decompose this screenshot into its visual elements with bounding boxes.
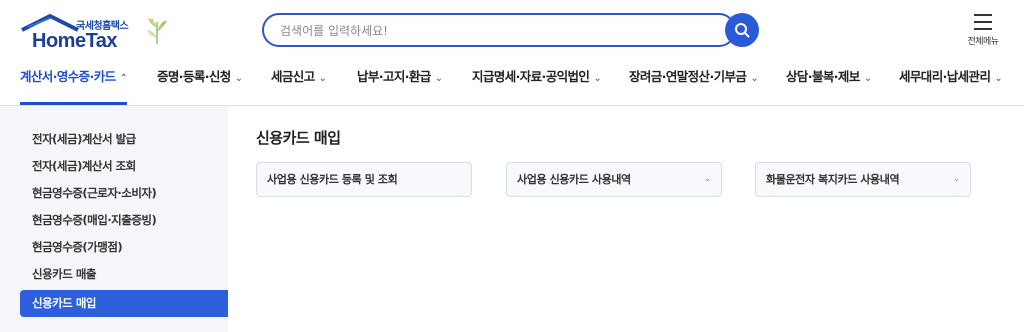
- chevron-up-icon: ⌃: [119, 73, 128, 84]
- sidebar-item-credit-card-sales[interactable]: 신용카드 매출: [20, 261, 228, 288]
- sidebar-item-credit-card-purchase[interactable]: 신용카드 매입: [20, 290, 228, 317]
- search-icon: [735, 23, 750, 38]
- sidebar-item-cash-receipt-consumer[interactable]: 현금영수증(근로자·소비자): [20, 180, 228, 207]
- chevron-down-icon: ⌄: [318, 73, 327, 84]
- sidebar-item-label: 신용카드 매입: [32, 296, 96, 310]
- sub-menu-label: 화물운전자 복지카드 사용내역: [766, 173, 900, 186]
- sidebar: 전자(세금)계산서 발급 전자(세금)계산서 조회 현금영수증(근로자·소비자)…: [0, 106, 228, 332]
- gnb-item-payment-statement[interactable]: 지급명세·자료·공익법인 ⌄: [472, 62, 602, 106]
- gnb-item-certificate[interactable]: 증명·등록·신청 ⌄: [157, 62, 243, 106]
- chevron-down-icon: ⌄: [434, 73, 443, 84]
- sub-menu-cargo-welfare-card[interactable]: 화물운전자 복지카드 사용내역 ⌄: [755, 162, 971, 197]
- main-content: 신용카드 매입 사업용 신용카드 등록 및 조회 사업용 신용카드 사용내역 ⌄…: [228, 106, 1024, 332]
- hamburger-icon: [974, 14, 992, 30]
- chevron-down-icon: ⌄: [952, 174, 961, 184]
- hometax-logo[interactable]: 국세청홈택스 HomeTax: [20, 12, 170, 52]
- gnb-item-label: 계산서·영수증·카드: [20, 69, 116, 84]
- chevron-down-icon: ⌄: [750, 73, 759, 84]
- gnb-item-label: 지급명세·자료·공익법인: [472, 69, 590, 84]
- gnb-item-tax-agent[interactable]: 세무대리·납세관리 ⌄: [899, 62, 1003, 106]
- search-button[interactable]: [725, 13, 759, 47]
- gnb-item-payment[interactable]: 납부·고지·환급 ⌄: [357, 62, 443, 106]
- gnb-item-label: 상담·불복·제보: [786, 69, 860, 84]
- all-menu-label: 전체메뉴: [967, 37, 999, 47]
- gnb-item-label: 세금신고: [271, 69, 315, 84]
- sidebar-item-label: 전자(세금)계산서 조회: [32, 159, 136, 173]
- sidebar-item-cash-receipt-purchase[interactable]: 현금영수증(매입·지출증빙): [20, 207, 228, 234]
- plant-decoration-icon: [147, 18, 167, 44]
- logo-text: HomeTax: [32, 30, 118, 52]
- main-navigation: 계산서·영수증·카드 ⌃ 증명·등록·신청 ⌄ 세금신고 ⌄ 납부·고지·환급 ⌄ 지급…: [0, 62, 1024, 106]
- gnb-item-label: 세무대리·납세관리: [899, 69, 991, 84]
- sub-menu-label: 사업용 신용카드 사용내역: [517, 173, 631, 186]
- gnb-item-invoice-receipt-card[interactable]: 계산서·영수증·카드 ⌃: [20, 62, 128, 106]
- sub-menu-label: 사업용 신용카드 등록 및 조회: [267, 173, 398, 186]
- all-menu-button[interactable]: 전체메뉴: [958, 12, 1008, 52]
- sidebar-item-label: 현금영수증(매입·지출증빙): [32, 213, 157, 227]
- sub-menu-card-registration[interactable]: 사업용 신용카드 등록 및 조회: [256, 162, 472, 197]
- chevron-down-icon: ⌄: [994, 73, 1003, 84]
- gnb-item-consultation[interactable]: 상담·불복·제보 ⌄: [786, 62, 872, 106]
- search-box: [262, 13, 736, 47]
- sidebar-item-einvoice-inquiry[interactable]: 전자(세금)계산서 조회: [20, 153, 228, 180]
- sub-menu-card-usage[interactable]: 사업용 신용카드 사용내역 ⌄: [506, 162, 722, 197]
- search-input[interactable]: [280, 21, 700, 41]
- sidebar-item-cash-receipt-merchant[interactable]: 현금영수증(가맹점): [20, 234, 228, 261]
- gnb-item-tax-report[interactable]: 세금신고 ⌄: [271, 62, 327, 106]
- chevron-down-icon: ⌄: [593, 73, 602, 84]
- gnb-item-label: 납부·고지·환급: [357, 69, 431, 84]
- sidebar-item-label: 전자(세금)계산서 발급: [32, 132, 136, 146]
- header: 국세청홈택스 HomeTax 전체메뉴: [0, 0, 1024, 62]
- page-title: 신용카드 매입: [256, 129, 341, 147]
- sidebar-item-einvoice-issue[interactable]: 전자(세금)계산서 발급: [20, 126, 228, 153]
- gnb-item-incentive[interactable]: 장려금·연말정산·기부금 ⌄: [629, 62, 759, 106]
- chevron-down-icon: ⌄: [703, 174, 712, 184]
- sidebar-item-label: 현금영수증(근로자·소비자): [32, 186, 157, 200]
- chevron-down-icon: ⌄: [234, 73, 243, 84]
- sidebar-item-label: 현금영수증(가맹점): [32, 240, 123, 254]
- gnb-item-label: 증명·등록·신청: [157, 69, 231, 84]
- gnb-item-label: 장려금·연말정산·기부금: [629, 69, 747, 84]
- chevron-down-icon: ⌄: [863, 73, 872, 84]
- sidebar-item-label: 신용카드 매출: [32, 267, 96, 281]
